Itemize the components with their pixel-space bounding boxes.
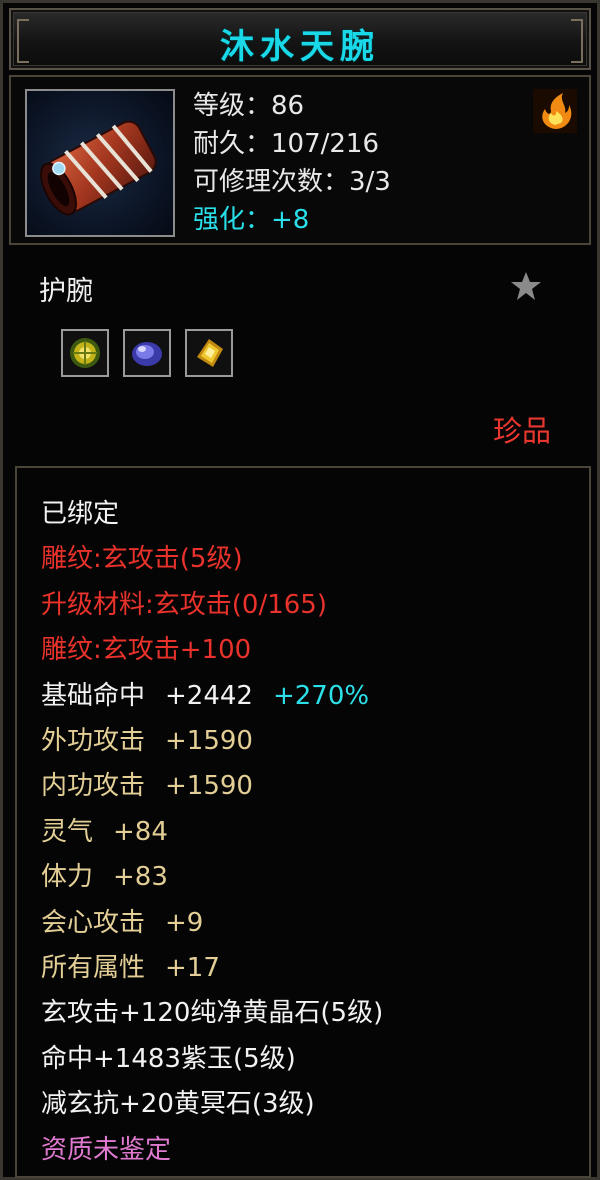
stats-panel: 已绑定 雕纹:玄攻击(5级) 升级材料:玄攻击(0/165) 雕纹:玄攻击+10… — [15, 466, 591, 1178]
stat-name: 灵气 — [41, 816, 94, 847]
stat-name: 内功攻击 — [41, 771, 146, 802]
bound-status: 已绑定 — [41, 499, 120, 529]
stat-row-critical: 会心攻击 +9 — [41, 901, 383, 946]
engrave-bonus-line: 雕纹:玄攻击+100 — [41, 635, 252, 666]
yellow-green-gem-icon[interactable] — [61, 329, 109, 377]
stat-row-spirit: 灵气 +84 — [41, 810, 383, 855]
stat-row-hit: 基础命中 +2442 +270% — [41, 674, 383, 719]
upgrade-material-line: 升级材料:玄攻击(0/165) — [41, 589, 327, 620]
title-bar: 沐水天腕 — [9, 8, 591, 70]
stat-value: +83 — [113, 862, 168, 893]
header-panel: 等级：86 耐久：107/216 可修理次数：3/3 强化：+8 — [9, 75, 591, 245]
repair-count-text: 可修理次数：3/3 — [193, 167, 391, 197]
stat-name: 体力 — [41, 862, 94, 893]
flame-icon — [533, 89, 577, 133]
item-attributes: 等级：86 耐久：107/216 可修理次数：3/3 强化：+8 — [193, 87, 391, 239]
yellow-gem-icon[interactable] — [185, 329, 233, 377]
quality-status: 资质未鉴定 — [41, 1134, 172, 1165]
level-text: 等级：86 — [193, 91, 305, 121]
star-icon[interactable] — [509, 269, 543, 303]
stat-value: +2442 — [165, 680, 253, 711]
stat-value: +1590 — [165, 726, 253, 757]
stat-row-all-attributes: 所有属性 +17 — [41, 946, 383, 991]
purple-gem-icon[interactable] — [123, 329, 171, 377]
stat-name: 所有属性 — [41, 953, 146, 984]
item-name: 沐水天腕 — [220, 27, 380, 67]
stat-value: +9 — [165, 907, 204, 938]
gem-line-2: 命中+1483紫玉(5级) — [41, 1043, 296, 1074]
gem-line-3: 减玄抗+20黄冥石(3级) — [41, 1089, 315, 1120]
engrave-line: 雕纹:玄攻击(5级) — [41, 544, 243, 575]
stat-value: +1590 — [165, 771, 253, 802]
stat-row-external-attack: 外功攻击 +1590 — [41, 719, 383, 764]
item-type-label: 护腕 — [39, 276, 93, 307]
stat-name: 会心攻击 — [41, 907, 146, 938]
stat-row-internal-attack: 内功攻击 +1590 — [41, 764, 383, 809]
bracer-icon — [25, 89, 175, 237]
gem-line-1: 玄攻击+120纯净黄晶石(5级) — [41, 998, 384, 1029]
stats-list: 已绑定 雕纹:玄攻击(5级) 升级材料:玄攻击(0/165) 雕纹:玄攻击+10… — [41, 492, 383, 1173]
item-tooltip: 沐水天腕 等级：86 耐久：107/216 可修理次数：3/3 强化：+8 护腕… — [0, 0, 600, 1180]
stat-percent: +270% — [272, 680, 370, 711]
durability-text: 耐久：107/216 — [193, 129, 380, 159]
stat-name: 外功攻击 — [41, 726, 146, 757]
stat-value: +84 — [113, 816, 168, 847]
enhance-text: 强化：+8 — [193, 205, 310, 235]
stat-name: 基础命中 — [41, 680, 146, 711]
stat-row-stamina: 体力 +83 — [41, 855, 383, 900]
rarity-label: 珍品 — [493, 414, 552, 448]
stat-value: +17 — [165, 953, 220, 984]
